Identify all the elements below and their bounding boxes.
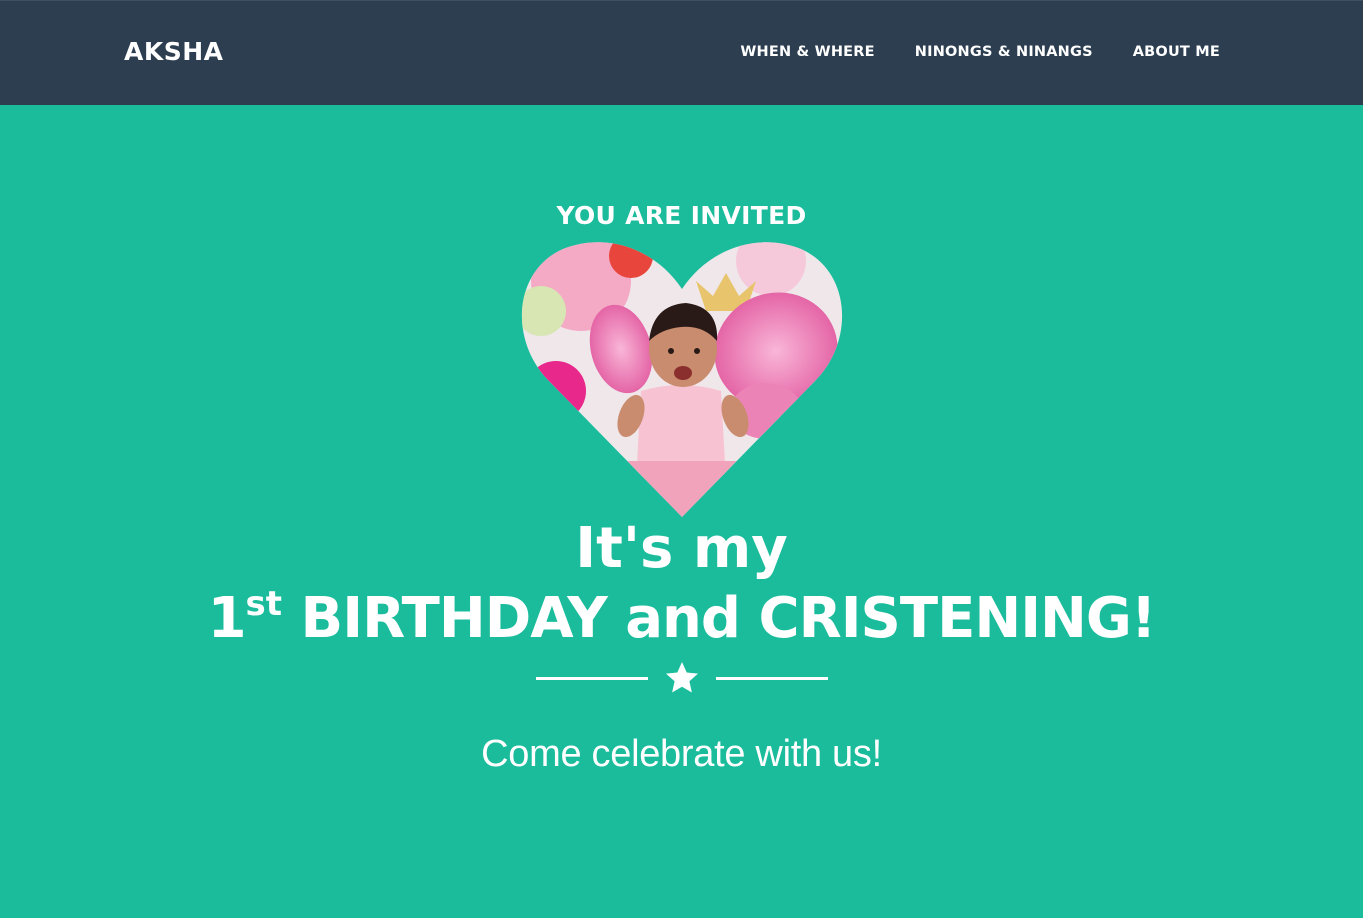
- heading-ordinal: st: [245, 584, 283, 624]
- star-icon: [666, 662, 698, 693]
- heading-line-2: 1st BIRTHDAY and CRISTENING!: [0, 571, 1363, 652]
- navbar: AKSHA WHEN & WHERE NINONGS & NINANGS ABO…: [0, 0, 1363, 105]
- divider-line-right: [716, 677, 828, 680]
- heading-number: 1: [207, 586, 247, 651]
- masthead: YOU ARE INVITED It's my 1st BIRTHDAY and…: [0, 105, 1363, 918]
- nav-link-when-where[interactable]: WHEN & WHERE: [740, 44, 874, 60]
- divider-line-left: [536, 677, 648, 680]
- brand-link[interactable]: AKSHA: [124, 37, 224, 66]
- star-divider: [536, 660, 828, 696]
- nav-links: WHEN & WHERE NINONGS & NINANGS ABOUT ME: [700, 44, 1220, 60]
- heart-photo: [521, 242, 843, 517]
- nav-link-about-me[interactable]: ABOUT ME: [1133, 44, 1220, 60]
- invited-heading: YOU ARE INVITED: [556, 201, 807, 230]
- nav-link-ninongs-ninangs[interactable]: NINONGS & NINANGS: [915, 44, 1093, 60]
- heading-text: BIRTHDAY and CRISTENING!: [282, 586, 1157, 651]
- tagline: Come celebrate with us!: [481, 733, 882, 775]
